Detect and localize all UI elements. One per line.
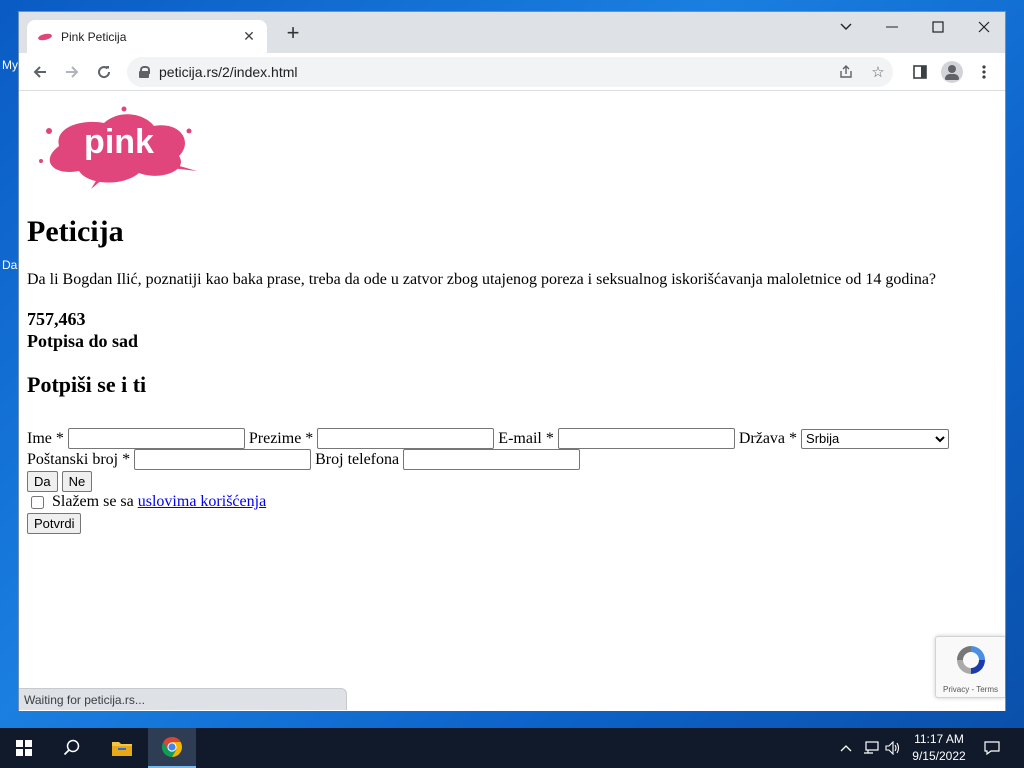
desktop-icon-label[interactable]: Da [2, 258, 17, 272]
minimize-button[interactable] [869, 12, 915, 42]
network-icon[interactable] [862, 738, 880, 758]
volume-icon[interactable] [884, 738, 902, 758]
recaptcha-icon [957, 646, 985, 674]
web-page: pink Peticija Da li Bogdan Ilić, poznati… [19, 91, 1005, 711]
last-name-label: Prezime * [248, 429, 314, 447]
taskbar: 11:17 AM 9/15/2022 [0, 728, 1024, 768]
form-row-2: Poštanski broj * Broj telefona [27, 449, 584, 470]
search-icon [63, 739, 80, 756]
sign-heading: Potpiši se i ti [27, 372, 147, 397]
new-tab-button[interactable]: + [281, 21, 305, 45]
arrow-left-icon [33, 66, 46, 78]
last-name-input[interactable] [317, 428, 495, 449]
signature-count-label: Potpisa do sad [27, 331, 139, 351]
form-row-3: Da Ne [27, 471, 96, 492]
address-bar[interactable]: peticija.rs/2/index.html ☆ [127, 57, 893, 87]
reload-icon [98, 66, 111, 79]
avatar-icon [941, 61, 963, 83]
side-panel-icon [913, 65, 927, 79]
menu-button[interactable] [971, 59, 997, 85]
first-name-label: Ime * [27, 429, 64, 447]
form-row-5: Potvrdi [27, 513, 85, 534]
search-button[interactable] [48, 728, 96, 768]
chevron-down-icon [840, 23, 852, 30]
logo-text: pink [84, 123, 154, 161]
chrome-taskbar-button[interactable] [148, 728, 196, 768]
close-window-button[interactable] [961, 12, 1007, 42]
chrome-icon [162, 737, 182, 757]
share-icon[interactable] [835, 61, 857, 83]
maximize-button[interactable] [915, 12, 961, 42]
agree-text: Slažem se sa [52, 493, 134, 510]
agree-checkbox[interactable] [31, 495, 44, 509]
form-row-1: Ime * Prezime * E-mail * Država * Srbija [27, 428, 950, 449]
pink-logo: pink [39, 106, 197, 189]
status-bar: Waiting for peticija.rs... [19, 688, 347, 710]
phone-input[interactable] [403, 449, 581, 470]
browser-tab[interactable]: Pink Peticija ✕ [27, 20, 267, 53]
browser-toolbar: peticija.rs/2/index.html ☆ [19, 53, 1005, 91]
minimize-icon [886, 26, 898, 28]
recaptcha-links[interactable]: Privacy - Terms [936, 685, 1005, 694]
petition-question: Da li Bogdan Ilić, poznatiji kao baka pr… [27, 271, 937, 288]
system-clock[interactable]: 11:17 AM 9/15/2022 [905, 731, 973, 765]
bookmark-star-icon[interactable]: ☆ [867, 61, 889, 83]
terms-link[interactable]: uslovima korišćenja [138, 493, 266, 511]
signature-count: 757,463 [27, 309, 86, 329]
back-button[interactable] [27, 59, 53, 85]
no-button[interactable]: Ne [61, 471, 93, 492]
forward-button[interactable] [59, 59, 85, 85]
clock-date: 9/15/2022 [912, 749, 966, 763]
country-select[interactable]: Srbija [801, 428, 950, 449]
pink-favicon-icon [37, 32, 53, 42]
submit-button[interactable]: Potvrdi [27, 513, 82, 534]
clock-time: 11:17 AM [914, 732, 964, 746]
tab-search-button[interactable] [823, 12, 869, 42]
more-vertical-icon [982, 65, 986, 79]
phone-label: Broj telefona [315, 450, 400, 468]
start-button[interactable] [0, 728, 48, 768]
close-tab-icon[interactable]: ✕ [241, 28, 257, 45]
email-input[interactable] [557, 428, 735, 449]
form-row-4: Slažem se sa uslovima korišćenja [27, 493, 266, 511]
reload-button[interactable] [91, 59, 117, 85]
postal-code-input[interactable] [134, 449, 312, 470]
desktop-icon-label[interactable]: My [2, 58, 18, 72]
postal-code-label: Poštanski broj * [27, 450, 131, 468]
maximize-icon [932, 21, 944, 33]
yes-button[interactable]: Da [27, 471, 58, 492]
lock-icon[interactable] [139, 66, 150, 78]
recaptcha-badge[interactable]: Privacy - Terms [935, 636, 1005, 698]
tab-title: Pink Peticija [61, 29, 127, 44]
first-name-input[interactable] [67, 428, 245, 449]
notifications-icon[interactable] [982, 738, 1002, 758]
chevron-up-icon[interactable] [838, 738, 854, 758]
close-icon [978, 21, 990, 33]
arrow-right-icon [66, 66, 79, 78]
folder-icon [112, 742, 132, 756]
side-panel-button[interactable] [907, 59, 933, 85]
page-title: Peticija [27, 215, 124, 248]
country-label: Država * [738, 429, 798, 447]
desktop-strip: My Da [0, 0, 18, 730]
browser-window: Pink Peticija ✕ + peticija.rs/2/index.ht… [18, 11, 1006, 711]
profile-button[interactable] [939, 59, 965, 85]
windows-icon [16, 740, 32, 756]
file-explorer-button[interactable] [98, 728, 146, 768]
email-label: E-mail * [498, 429, 554, 447]
title-bar: Pink Peticija ✕ + [19, 12, 1005, 53]
url-text: peticija.rs/2/index.html [159, 64, 298, 80]
